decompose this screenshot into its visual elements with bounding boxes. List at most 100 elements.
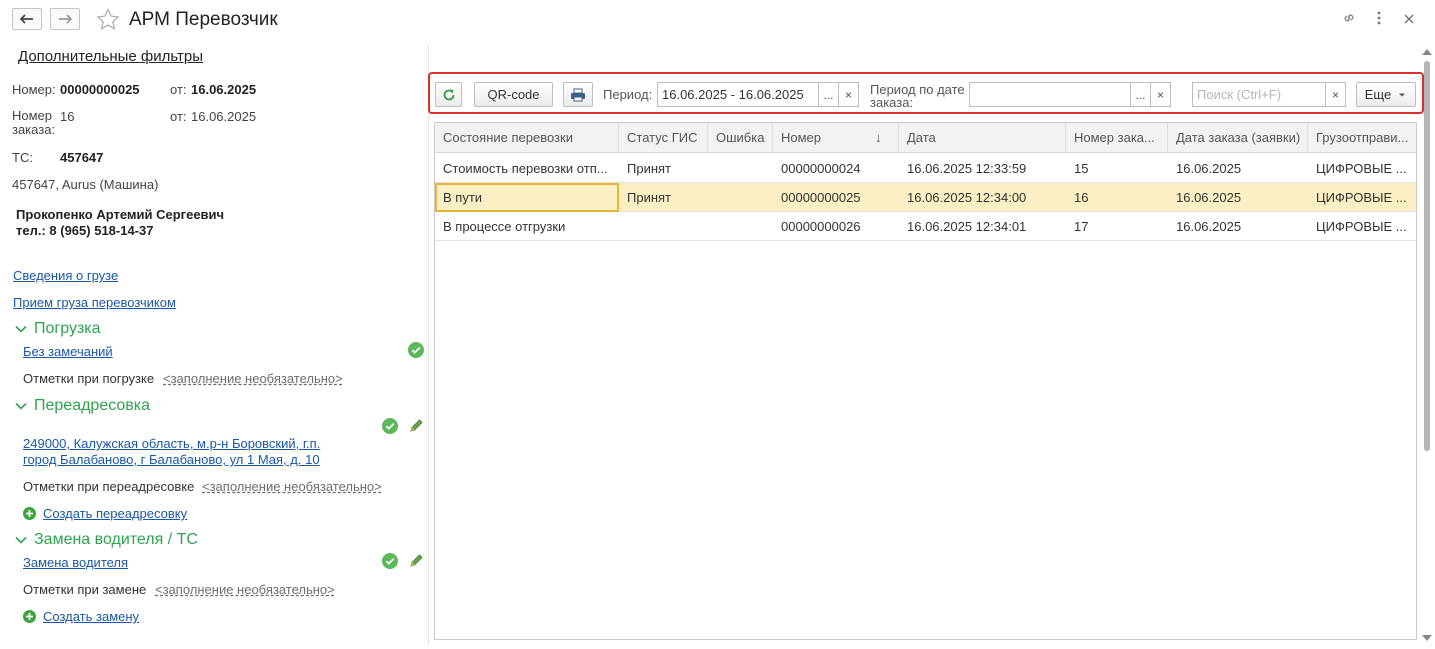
pencil-icon[interactable] bbox=[409, 419, 423, 433]
arrow-left-icon bbox=[20, 14, 33, 24]
period-input[interactable]: 16.06.2025 - 16.06.2025 bbox=[657, 82, 819, 107]
more-menu-button[interactable] bbox=[1376, 11, 1382, 28]
more-label: Еще bbox=[1364, 87, 1392, 102]
close-icon bbox=[1404, 14, 1414, 24]
refresh-button[interactable] bbox=[435, 82, 462, 107]
column-header-gis-status[interactable]: Статус ГИС bbox=[619, 123, 708, 153]
number-label: Номер: bbox=[12, 82, 56, 97]
readdress-section-header[interactable]: Переадресовка bbox=[14, 397, 150, 415]
order-period-clear-button[interactable]: × bbox=[1150, 82, 1171, 107]
cargo-accept-link[interactable]: Прием груза перевозчиком bbox=[13, 295, 176, 310]
table-row[interactable]: В процессе отгрузки 00000000026 16.06.20… bbox=[435, 212, 1416, 241]
column-header-status[interactable]: Состояние перевозки bbox=[435, 123, 619, 153]
back-button[interactable] bbox=[12, 8, 42, 30]
column-header-shipper[interactable]: Грузоотправи... bbox=[1308, 123, 1416, 153]
panel-divider[interactable] bbox=[428, 45, 429, 645]
more-button[interactable]: Еще bbox=[1356, 82, 1416, 107]
forward-button[interactable] bbox=[50, 8, 80, 30]
order-period-select-button[interactable]: ... bbox=[1130, 82, 1151, 107]
number-date-value: 16.06.2025 bbox=[191, 82, 257, 97]
cell-date: 16.06.2025 12:34:00 bbox=[907, 190, 1027, 205]
cell-order-date: 16.06.2025 bbox=[1176, 190, 1242, 205]
search-clear-button[interactable]: × bbox=[1325, 82, 1346, 107]
create-replacement-link[interactable]: Создать замену bbox=[43, 609, 139, 624]
add-circle-icon bbox=[23, 610, 36, 623]
check-circle-icon bbox=[382, 418, 398, 434]
cell-error bbox=[708, 154, 773, 183]
pencil-icon[interactable] bbox=[409, 554, 423, 568]
order-date-value: 16.06.2025 bbox=[191, 109, 257, 124]
search-input[interactable]: Поиск (Ctrl+F) bbox=[1192, 82, 1326, 107]
column-header-order-number[interactable]: Номер зака... bbox=[1066, 123, 1168, 153]
cell-order-number: 16 bbox=[1074, 190, 1089, 205]
readdress-notes-label: Отметки при переадресовке bbox=[23, 479, 195, 494]
scroll-up-arrow[interactable] bbox=[1422, 49, 1432, 55]
cell-number: 00000000025 bbox=[781, 190, 861, 205]
sort-desc-icon: ↓ bbox=[875, 130, 882, 145]
documents-table: Состояние перевозки Статус ГИС Ошибка Но… bbox=[434, 122, 1417, 640]
readdress-notes-hint[interactable]: <заполнение необязательно> bbox=[202, 479, 382, 494]
order-period-label: Период по дате заказа: bbox=[870, 83, 965, 109]
driver-change-notes-hint[interactable]: <заполнение необязательно> bbox=[155, 582, 335, 597]
driver-change-section-header[interactable]: Замена водителя / ТС bbox=[14, 531, 198, 549]
loading-status-link[interactable]: Без замечаний bbox=[23, 344, 113, 359]
driver-change-notes-label: Отметки при замене bbox=[23, 582, 147, 597]
loading-section-title: Погрузка bbox=[34, 320, 101, 337]
column-header-order-date[interactable]: Дата заказа (заявки) bbox=[1168, 123, 1308, 153]
printer-icon bbox=[571, 88, 585, 101]
order-number-label: Номер заказа: bbox=[12, 108, 56, 137]
chevron-down-icon bbox=[15, 325, 27, 333]
period-label: Период: bbox=[603, 87, 653, 102]
ts-label: ТС: bbox=[12, 150, 33, 165]
scroll-down-arrow[interactable] bbox=[1422, 635, 1432, 641]
loading-section-header[interactable]: Погрузка bbox=[14, 320, 101, 338]
cell-order-number: 15 bbox=[1074, 161, 1089, 176]
close-window-button[interactable] bbox=[1404, 12, 1414, 27]
chevron-down-icon bbox=[15, 536, 27, 544]
number-date-label: от: bbox=[170, 82, 187, 97]
period-clear-button[interactable]: × bbox=[838, 82, 859, 107]
more-vert-icon bbox=[1377, 11, 1381, 25]
table-row-selected[interactable]: В пути Принят 00000000025 16.06.2025 12:… bbox=[435, 183, 1416, 212]
cell-shipper: ЦИФРОВЫЕ ... bbox=[1316, 219, 1407, 234]
vertical-scrollbar[interactable] bbox=[1421, 45, 1433, 645]
toolbar: QR-code Период: 16.06.2025 - 16.06.2025 … bbox=[428, 72, 1424, 114]
address-line-1: 249000, Калужская область, м.р-н Боровск… bbox=[23, 436, 321, 451]
cell-date: 16.06.2025 12:33:59 bbox=[907, 161, 1027, 176]
search-placeholder: Поиск (Ctrl+F) bbox=[1197, 87, 1282, 102]
cell-number: 00000000024 bbox=[781, 161, 861, 176]
create-readdress-link[interactable]: Создать переадресовку bbox=[43, 506, 187, 521]
table-row[interactable]: Стоимость перевозки отп... Принят 000000… bbox=[435, 154, 1416, 183]
cell-gis-status bbox=[619, 212, 708, 241]
order-date-label: от: bbox=[170, 109, 187, 124]
column-header-number[interactable]: Номер ↓ bbox=[773, 123, 899, 153]
cell-shipper: ЦИФРОВЫЕ ... bbox=[1316, 161, 1407, 176]
driver-change-status-link[interactable]: Замена водителя bbox=[23, 555, 128, 570]
extra-filters-link[interactable]: Дополнительные фильтры bbox=[18, 48, 203, 65]
page-title: АРМ Перевозчик bbox=[129, 9, 278, 30]
arrow-right-icon bbox=[59, 14, 72, 24]
scrollbar-thumb[interactable] bbox=[1424, 61, 1430, 451]
loading-notes-hint[interactable]: <заполнение необязательно> bbox=[163, 371, 343, 386]
favorite-button[interactable] bbox=[96, 8, 120, 33]
column-header-date[interactable]: Дата bbox=[899, 123, 1066, 153]
column-header-error[interactable]: Ошибка bbox=[708, 123, 773, 153]
cell-order-number: 17 bbox=[1074, 219, 1089, 234]
cell-number: 00000000026 bbox=[781, 219, 861, 234]
refresh-icon bbox=[443, 88, 454, 100]
loading-notes-label: Отметки при погрузке bbox=[23, 371, 155, 386]
table-header: Состояние перевозки Статус ГИС Ошибка Но… bbox=[435, 123, 1416, 153]
link-button[interactable] bbox=[1342, 11, 1356, 28]
qr-code-button[interactable]: QR-code bbox=[474, 82, 553, 107]
cell-status: Стоимость перевозки отп... bbox=[443, 161, 608, 176]
print-button[interactable] bbox=[563, 82, 593, 107]
order-number-value: 16 bbox=[60, 109, 75, 124]
cargo-info-link[interactable]: Сведения о грузе bbox=[13, 268, 118, 283]
check-circle-icon bbox=[382, 553, 398, 569]
period-select-button[interactable]: ... bbox=[818, 82, 839, 107]
cell-gis-status: Принят bbox=[627, 161, 672, 176]
dropdown-arrow-icon bbox=[1399, 93, 1406, 96]
readdress-address-link[interactable]: 249000, Калужская область, м.р-н Боровск… bbox=[23, 436, 320, 468]
order-period-input[interactable] bbox=[969, 82, 1131, 107]
vehicle-info: 457647, Aurus (Машина) bbox=[12, 177, 159, 192]
